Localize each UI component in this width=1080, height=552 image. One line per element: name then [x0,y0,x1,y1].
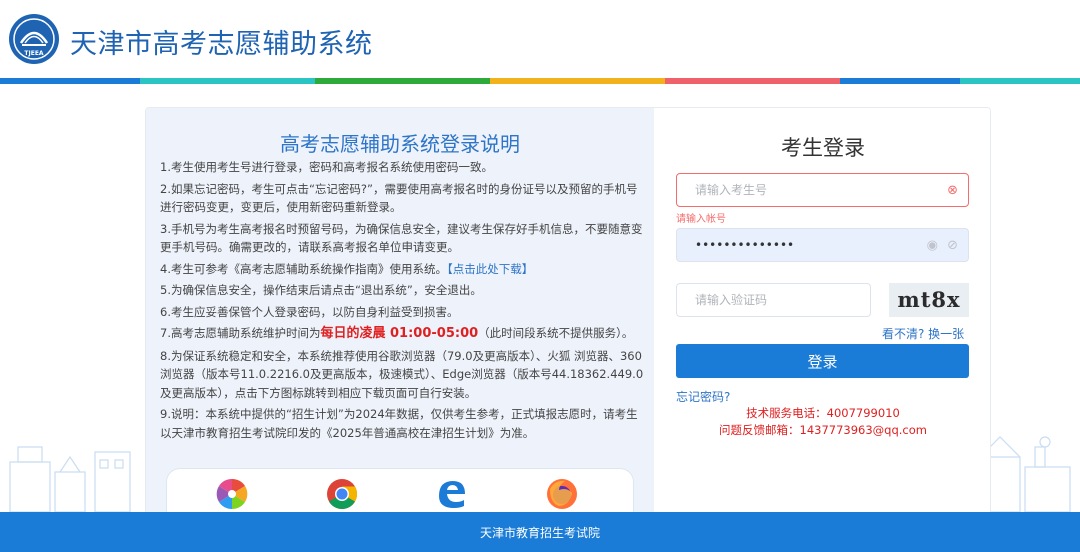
captcha-image[interactable]: mt8x [889,283,969,317]
svg-text:TJEEA: TJEEA [24,50,44,57]
password-field[interactable]: ◉ ⊘ [676,228,969,262]
notice-item: 8.为保证系统稳定和安全，本系统推荐使用谷歌浏览器（79.0及更高版本）、火狐 … [160,348,644,400]
notice-panel: 高考志愿辅助系统登录说明 1.考生使用考生号进行登录，密码和高考报名系统使用密码… [146,108,654,526]
username-input[interactable] [677,174,968,206]
notice-item: 3.手机号为考生高考报名时预留号码，为确保信息安全，建议考生保存好手机信息，不要… [160,221,643,255]
support-phone: 技术服务电话：4007799010 [746,406,900,420]
eye-icon[interactable]: ◉ [927,238,938,253]
header: TJEEA 天津市高考志愿辅助系统 [0,0,1080,78]
site-logo-icon: TJEEA [9,14,59,64]
site-title: 天津市高考志愿辅助系统 [70,29,373,60]
notice-item: 1.考生使用考生号进行登录，密码和高考报名系统使用密码一致。 [160,160,493,174]
notice-item-text: （此时间段系统不提供服务）。 [478,326,634,340]
notice-item: 9.说明：本系统中提供的“招生计划”为2024年数据，仅供考生参考，正式填报志愿… [160,407,638,440]
check-circle-icon: ⊘ [947,238,958,253]
login-title: 考生登录 [781,136,865,160]
captcha-input[interactable] [677,284,870,316]
edge-icon[interactable] [435,477,469,511]
login-card: 高考志愿辅助系统登录说明 1.考生使用考生号进行登录，密码和高考报名系统使用密码… [145,107,991,527]
captcha-field[interactable] [676,283,871,317]
clear-icon[interactable]: ⊗ [947,183,958,198]
footer: 天津市教育招生考试院 [0,512,1080,552]
login-button[interactable]: 登录 [676,344,969,378]
notice-item-text: 4.考生可参考《高考志愿辅助系统操作指南》使用系统。 [160,261,447,276]
notice-item-text: 7.高考志愿辅助系统维护时间为 [160,326,321,340]
chrome-icon[interactable] [325,477,359,511]
notice-item: 6.考生应妥善保管个人登录密码，以防自身利益受到损害。 [160,304,459,319]
notice-title: 高考志愿辅助系统登录说明 [280,132,520,156]
notice-item: 4.考生可参考《高考志愿辅助系统操作指南》使用系统。【点击此处下载】 [160,260,645,279]
firefox-icon[interactable] [545,477,579,511]
refresh-captcha-link[interactable]: 看不清? 换一张 [882,325,964,342]
login-panel: 考生登录 ⊗ 请输入帐号 ◉ ⊘ mt8x 看不清? 换一张 登录 忘记密码? … [654,108,990,526]
username-error-message: 请输入帐号 [676,214,726,225]
notice-item: 2.如果忘记密码，考生可点击“忘记密码?”，需要使用高考报名时的身份证号以及预留… [160,181,638,215]
download-guide-link[interactable]: 【点击此处下载】 [447,262,533,276]
username-field[interactable]: ⊗ [676,173,969,207]
support-email: 问题反馈邮箱：1437773963@qq.com [719,423,927,437]
forgot-password-link[interactable]: 忘记密码? [676,388,730,405]
notice-item: 5.为确保信息安全，操作结束后请点击“退出系统”，安全退出。 [160,283,482,297]
password-input[interactable] [677,229,968,261]
support-info: 技术服务电话：4007799010 问题反馈邮箱：1437773963@qq.c… [654,405,990,439]
maintenance-time: 每日的凌晨 01:00-05:00 [320,326,479,341]
notice-item: 7.高考志愿辅助系统维护时间为每日的凌晨 01:00-05:00（此时间段系统不… [160,324,645,344]
360-browser-icon[interactable] [215,477,249,511]
notice-list: 1.考生使用考生号进行登录，密码和高考报名系统使用密码一致。 2.如果忘记密码，… [160,158,645,445]
